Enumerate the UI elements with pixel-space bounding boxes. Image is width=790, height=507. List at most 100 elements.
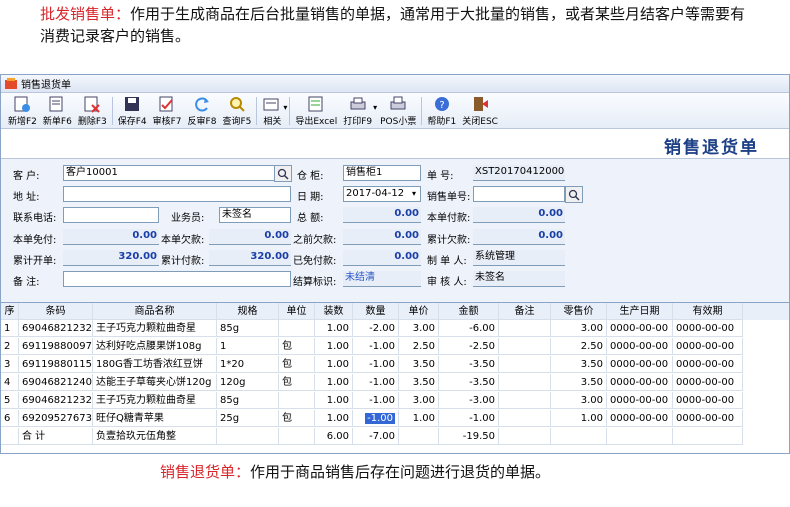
- table-cell: 6911988011534: [19, 356, 93, 373]
- table-cell: 2.50: [399, 338, 439, 355]
- settle-field: 未结清: [343, 271, 421, 287]
- table-cell: 商品名称: [93, 303, 217, 320]
- table-cell: 包: [279, 410, 315, 427]
- customer-picker-button[interactable]: [274, 165, 292, 182]
- sale-no-picker-button[interactable]: [565, 186, 583, 203]
- table-cell: 3.50: [551, 374, 607, 391]
- table-cell: [551, 428, 607, 445]
- table-row[interactable]: 36911988011534180G香工坊香浓红豆饼1*20包1.00-1.00…: [1, 356, 789, 373]
- selected-cell-value[interactable]: -1.00: [365, 413, 395, 424]
- table-cell: 王子巧克力颗粒曲奇星: [93, 320, 217, 337]
- toolbar-separator: [256, 97, 258, 125]
- sale-no-label: 销售单号:: [427, 192, 471, 203]
- table-cell: 4: [1, 374, 19, 391]
- chevron-down-icon[interactable]: ▾: [283, 103, 287, 112]
- toolbar-button-excel[interactable]: 导出Excel: [292, 95, 340, 127]
- table-cell: 6.00: [315, 428, 353, 445]
- address-label: 地 址:: [13, 192, 40, 203]
- table-cell: 规格: [217, 303, 279, 320]
- table-cell: 0000-00-00: [607, 374, 673, 391]
- item-grid: 序条码 商品名称 规格 单位 装数 数量 单价 金额 备注 零售价 生产日期 有效期 1 69046821…: [1, 302, 789, 453]
- table-cell: -1.00: [353, 374, 399, 391]
- toolbar-button-label: 导出Excel: [295, 117, 338, 127]
- related-icon: [263, 98, 279, 111]
- table-row[interactable]: 16904682123207王子巧克力颗粒曲奇星85g1.00-2.003.00…: [1, 320, 789, 337]
- table-cell: 0000-00-00: [607, 356, 673, 373]
- toolbar-separator: [421, 97, 423, 125]
- table-cell: 0000-00-00: [607, 320, 673, 337]
- address-field[interactable]: [63, 186, 291, 202]
- table-cell: 包: [279, 374, 315, 391]
- bill-no-field: XST201704120001: [473, 165, 565, 181]
- unapprove-icon: [195, 97, 209, 112]
- table-row[interactable]: 56904682123207王子巧克力颗粒曲奇星85g1.00-1.003.00…: [1, 392, 789, 409]
- toolbar-button-pos-receipt[interactable]: POS小票: [377, 95, 419, 127]
- customer-field[interactable]: 客户10001: [63, 165, 275, 181]
- total-paid-label: 累计付款:: [161, 256, 205, 267]
- table-cell: 1.00: [315, 392, 353, 409]
- table-cell: 1.00: [315, 356, 353, 373]
- toolbar-button-related[interactable]: 相关: [259, 95, 285, 127]
- date-dropdown-icon[interactable]: ▾: [408, 187, 420, 201]
- auditor-label: 审 核 人:: [427, 277, 467, 288]
- bill-title: 销售退货单: [664, 138, 759, 158]
- table-cell: 金额: [439, 303, 499, 320]
- toolbar-button-help[interactable]: ? 帮助F1: [424, 95, 459, 127]
- toolbar-button-unapprove[interactable]: 反审F8: [185, 95, 220, 127]
- table-cell: 85g: [217, 320, 279, 337]
- table-cell: 装数: [315, 303, 353, 320]
- table-cell: [1, 428, 19, 445]
- table-cell: 1.00: [315, 374, 353, 391]
- toolbar-button-delete[interactable]: 删除F3: [75, 95, 110, 127]
- paid-free-field: 0.00: [343, 250, 421, 266]
- caption-text: 作用于商品销售后存在问题进行退货的单据。: [250, 463, 551, 481]
- table-cell: 1.00: [551, 410, 607, 427]
- phone-field[interactable]: [63, 207, 159, 223]
- table-cell: [399, 428, 439, 445]
- sale-no-field[interactable]: [473, 186, 565, 202]
- table-row[interactable]: 46904682124013达能王子草莓夹心饼120g120g包1.00-1.0…: [1, 374, 789, 391]
- table-row[interactable]: 26911988009777达利好吃点腰果饼108g1包1.00-1.002.5…: [1, 338, 789, 355]
- table-cell: 85g: [217, 392, 279, 409]
- warehouse-field[interactable]: 销售柜1: [343, 165, 421, 181]
- warehouse-label: 仓 柜:: [297, 171, 324, 182]
- toolbar-button-print[interactable]: 打印F9: [340, 95, 375, 127]
- toolbar-button-label: 删除F3: [77, 117, 107, 127]
- search-icon: [229, 97, 245, 112]
- table-cell: 3.50: [399, 356, 439, 373]
- total-label: 总 额:: [297, 213, 324, 224]
- caption-text: 作用于生成商品在后台批量销售的单据，通常用于大批量的销售，或者某些月结客户等需要…: [40, 5, 746, 45]
- table-cell: 2.50: [551, 338, 607, 355]
- bill-no-label: 单 号:: [427, 171, 454, 182]
- toolbar-button-exit[interactable]: 关闭ESC: [459, 95, 501, 127]
- table-cell: -3.50: [439, 374, 499, 391]
- toolbar-button-save[interactable]: 保存F4: [115, 95, 150, 127]
- toolbar-button-search[interactable]: 查询F5: [219, 95, 254, 127]
- table-cell: -2.50: [439, 338, 499, 355]
- search-icon: [568, 189, 580, 201]
- remark-field[interactable]: [63, 271, 291, 287]
- table-cell: 1*20: [217, 356, 279, 373]
- caption-highlight: 销售退货单：: [160, 463, 251, 481]
- table-cell: 1.00: [315, 320, 353, 337]
- table-cell: 有效期: [673, 303, 743, 320]
- acc-owed-label: 累计欠款:: [427, 235, 471, 246]
- toolbar-button-label: 审核F7: [152, 117, 182, 127]
- table-cell: 备注: [499, 303, 551, 320]
- toolbar-button-new[interactable]: 新增F2: [5, 95, 40, 127]
- free-field: 0.00: [63, 229, 159, 245]
- table-cell: 6: [1, 410, 19, 427]
- table-header: 序条码 商品名称 规格 单位 装数 数量 单价 金额 备注 零售价 生产日期 有效期: [1, 303, 789, 320]
- table-cell: 3.00: [551, 392, 607, 409]
- window-titlebar: 销售退货单: [1, 75, 789, 93]
- toolbar-button-approve[interactable]: 审核F7: [150, 95, 185, 127]
- toolbar-button-new-bill[interactable]: 新单F6: [40, 95, 75, 127]
- toolbar-button-label: 打印F9: [343, 117, 373, 127]
- table-cell: 旺仔Q糖青苹果: [93, 410, 217, 427]
- table-cell: 0000-00-00: [673, 338, 743, 355]
- salesman-field[interactable]: 未签名: [219, 207, 291, 223]
- table-row[interactable]: 66920952767315旺仔Q糖青苹果25g包1.00-1.001.00-1…: [1, 410, 789, 427]
- table-cell: 零售价: [551, 303, 607, 320]
- toolbar-separator: [111, 97, 113, 125]
- table-cell: 3.00: [399, 392, 439, 409]
